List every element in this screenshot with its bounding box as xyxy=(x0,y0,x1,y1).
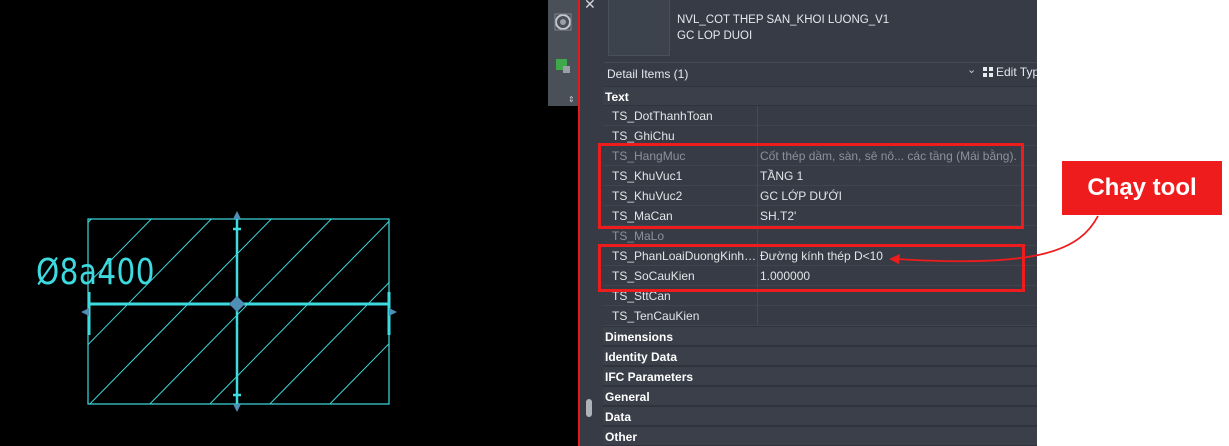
instance-selector[interactable]: Detail Items (1) ⌄ Edit Typ xyxy=(604,62,1037,84)
property-value[interactable] xyxy=(758,306,1037,325)
palette-scrollbar[interactable] xyxy=(580,18,600,446)
hatch-pattern xyxy=(88,219,389,404)
close-icon[interactable]: ✕ xyxy=(584,0,596,13)
scrollbar-thumb[interactable] xyxy=(586,399,592,417)
property-row[interactable]: TS_DotThanhToan xyxy=(603,106,1037,126)
type-selector[interactable]: NVL_COT THEP SAN_KHOI LUONG_V1 GC LOP DU… xyxy=(677,12,889,44)
grip-left-icon xyxy=(81,308,89,316)
grip-top-icon xyxy=(233,211,241,219)
property-name: TS_TenCauKien xyxy=(603,306,758,325)
render-icon[interactable] xyxy=(553,56,573,76)
group-header[interactable]: Identity Data xyxy=(603,346,1037,366)
selection-filter-label: Detail Items (1) xyxy=(607,67,689,81)
group-header[interactable]: Other xyxy=(603,426,1037,446)
group-header[interactable]: Data xyxy=(603,406,1037,426)
boundary-rectangle xyxy=(87,218,390,405)
callout-label: Chạy tool xyxy=(1062,161,1222,215)
expand-icon[interactable]: ⇕ xyxy=(568,95,575,104)
group-header-text[interactable]: Text xyxy=(603,86,1037,106)
property-row[interactable]: TS_MaLo xyxy=(603,226,1037,246)
highlight-box-diameter-params xyxy=(598,244,1025,292)
edit-type-icon xyxy=(983,67,993,77)
property-name: TS_DotThanhToan xyxy=(603,106,758,125)
grip-right-icon xyxy=(389,308,397,316)
property-value[interactable] xyxy=(758,106,1037,125)
property-row[interactable]: TS_TenCauKien xyxy=(603,306,1037,326)
edit-type-button[interactable]: Edit Typ xyxy=(983,65,1037,83)
highlight-box-location-params xyxy=(598,143,1024,229)
group-header[interactable]: IFC Parameters xyxy=(603,366,1037,386)
type-name: GC LOP DUOI xyxy=(677,30,753,42)
type-preview-image xyxy=(608,0,670,56)
rebar-annotation-label[interactable]: Ø8a400 xyxy=(36,252,155,293)
chevron-down-icon[interactable]: ⌄ xyxy=(967,63,976,76)
group-header[interactable]: General xyxy=(603,386,1037,406)
view-toolbar: ⇕ xyxy=(548,0,578,106)
grip-bottom-icon xyxy=(233,404,241,412)
view-cube-icon[interactable] xyxy=(553,12,573,32)
edit-type-label: Edit Typ xyxy=(996,65,1037,79)
group-header[interactable]: Dimensions xyxy=(603,326,1037,346)
grip-handles[interactable] xyxy=(81,211,397,412)
collapsed-groups: Dimensions Identity Data IFC Parameters Gen… xyxy=(603,326,1037,446)
drawing-viewport[interactable]: Ø8a400 xyxy=(0,0,579,446)
type-family-name: NVL_COT THEP SAN_KHOI LUONG_V1 xyxy=(677,14,890,26)
detail-item-graphic[interactable] xyxy=(0,0,579,446)
